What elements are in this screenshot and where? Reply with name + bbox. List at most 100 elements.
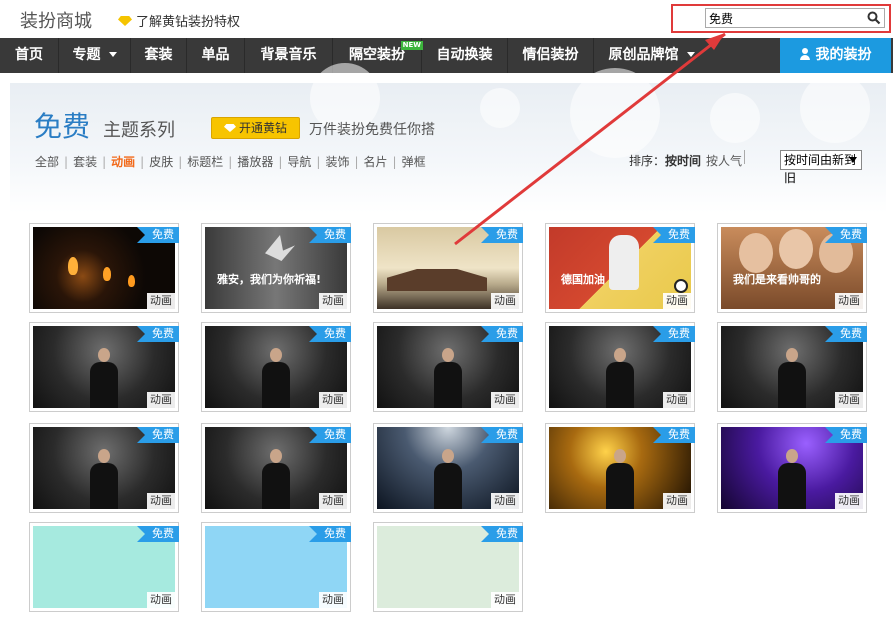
theme-card[interactable]: 免费 动画: [201, 522, 351, 612]
theme-card[interactable]: 免费 动画: [373, 322, 523, 412]
performer-figure: [90, 348, 118, 408]
sort-by-popularity[interactable]: 按人气: [706, 152, 742, 169]
performer-figure: [606, 348, 634, 408]
nav-singles[interactable]: 单品: [187, 38, 245, 73]
category-card[interactable]: 名片: [364, 155, 388, 169]
bokeh-decoration: [800, 73, 870, 143]
vip-link-label: 了解黄钻装扮特权: [136, 15, 241, 30]
separator: |: [278, 155, 283, 169]
theme-card[interactable]: 免费 动画: [29, 423, 179, 513]
nav-label: 自动换装: [436, 47, 493, 63]
hero-banner: 免费 主题系列 开通黄钻 万件装扮免费任你搭 全部 | 套装 | 动画 | 皮肤 | 标题栏 | 播…: [10, 63, 886, 213]
category-titlebar[interactable]: 标题栏: [187, 155, 223, 169]
thumbnail-caption: 德国加油: [561, 273, 605, 286]
performer-figure: [778, 348, 806, 408]
nav-label: 隔空装扮: [349, 47, 405, 63]
sort-order-select[interactable]: 按时间由新到旧: [780, 150, 862, 185]
animation-tag: 动画: [147, 592, 175, 608]
diamond-icon: [223, 124, 236, 132]
animation-tag: 动画: [663, 392, 691, 408]
animation-tag: 动画: [147, 293, 175, 309]
animation-tag: 动画: [491, 392, 519, 408]
nav-label: 单品: [201, 47, 230, 63]
vip-privilege-link[interactable]: 了解黄钻装扮特权: [118, 11, 240, 30]
top-bar: 装扮商城 了解黄钻装扮特权: [0, 0, 893, 38]
performer-figure: [262, 348, 290, 408]
category-suit[interactable]: 套装: [73, 155, 97, 169]
sort-label: 排序：: [629, 154, 666, 168]
theme-card[interactable]: 免费 动画: [373, 522, 523, 612]
performer-figure: [434, 348, 462, 408]
nav-bgm[interactable]: 背景音乐: [245, 38, 333, 73]
sort-by-time[interactable]: 按时间: [665, 152, 701, 169]
user-icon: [799, 48, 810, 60]
nav-couple[interactable]: 情侣装扮: [508, 38, 594, 73]
search-button[interactable]: [867, 11, 881, 25]
bokeh-decoration: [710, 93, 760, 143]
nav-auto-dress[interactable]: 自动换装: [422, 38, 508, 73]
category-all[interactable]: 全部: [35, 155, 59, 169]
theme-card[interactable]: 免费 动画: [201, 423, 351, 513]
category-skin[interactable]: 皮肤: [149, 155, 173, 169]
theme-card[interactable]: 免费 动画: [29, 223, 179, 313]
theme-card[interactable]: 德国加油 免费 动画: [545, 223, 695, 313]
nav-label: 情侣装扮: [522, 47, 579, 63]
nav-home[interactable]: 首页: [0, 38, 59, 73]
nav-label: 套装: [144, 47, 173, 63]
new-badge: NEW: [400, 41, 423, 50]
nav-topics[interactable]: 专题: [59, 38, 131, 73]
bokeh-decoration: [480, 88, 520, 128]
search-input[interactable]: [709, 10, 859, 26]
nav-suits[interactable]: 套装: [131, 38, 187, 73]
theme-card[interactable]: 免费 动画: [373, 423, 523, 513]
page-subtitle: 主题系列: [103, 120, 175, 141]
performer-figure: [778, 449, 806, 509]
animation-tag: 动画: [319, 592, 347, 608]
theme-card[interactable]: 免费 动画: [29, 522, 179, 612]
theme-card[interactable]: 我们是来看帅哥的 免费 动画: [717, 223, 867, 313]
category-decoration[interactable]: 装饰: [325, 155, 349, 169]
theme-card[interactable]: 免费 动画: [201, 322, 351, 412]
category-filter: 全部 | 套装 | 动画 | 皮肤 | 标题栏 | 播放器 | 导航 | 装饰 | 名片 | 弹框: [35, 153, 426, 170]
page-title: 免费: [34, 110, 91, 143]
open-vip-button[interactable]: 开通黄钻: [211, 117, 300, 139]
animation-tag: 动画: [835, 493, 863, 509]
animation-tag: 动画: [835, 293, 863, 309]
theme-card[interactable]: 免费 动画: [545, 423, 695, 513]
category-nav[interactable]: 导航: [287, 155, 311, 169]
bokeh-decoration: [570, 68, 660, 158]
sort-select-value: 按时间由新到旧: [784, 153, 857, 185]
animation-tag: 动画: [663, 493, 691, 509]
separator: |: [140, 155, 145, 169]
dropdown-arrow-icon: [849, 157, 857, 163]
separator: |: [64, 155, 69, 169]
nav-label: 原创品牌馆: [608, 47, 679, 63]
theme-card[interactable]: 免费 动画: [717, 322, 867, 412]
separator: |: [178, 155, 183, 169]
caret-down-icon: [686, 52, 695, 57]
separator: |: [102, 155, 107, 169]
animation-tag: 动画: [491, 592, 519, 608]
animation-tag: 动画: [835, 392, 863, 408]
category-animation[interactable]: 动画: [111, 155, 135, 169]
theme-card[interactable]: 免费 动画: [717, 423, 867, 513]
open-vip-label: 开通黄钻: [238, 121, 287, 135]
slogan-text: 万件装扮免费任你搭: [309, 122, 435, 138]
my-dress-button[interactable]: 我的装扮: [780, 38, 891, 73]
theme-card[interactable]: 雅安，我们为你祈福! 免费 动画: [201, 223, 351, 313]
my-dress-label: 我的装扮: [815, 47, 872, 63]
thumbnail-caption: 雅安，我们为你祈福!: [217, 273, 322, 286]
category-popup[interactable]: 弹框: [402, 155, 426, 169]
separator: |: [316, 155, 321, 169]
theme-card[interactable]: 免费 动画: [29, 322, 179, 412]
separator: |: [228, 155, 233, 169]
thumbnail-caption: 我们是来看帅哥的: [733, 273, 821, 286]
theme-card[interactable]: 免费 动画: [373, 223, 523, 313]
search-box: [705, 8, 885, 28]
performer-figure: [262, 449, 290, 509]
animation-tag: 动画: [319, 293, 347, 309]
theme-card[interactable]: 免费 动画: [545, 322, 695, 412]
category-player[interactable]: 播放器: [237, 155, 273, 169]
nav-label: 专题: [72, 47, 101, 63]
performer-figure: [606, 449, 634, 509]
